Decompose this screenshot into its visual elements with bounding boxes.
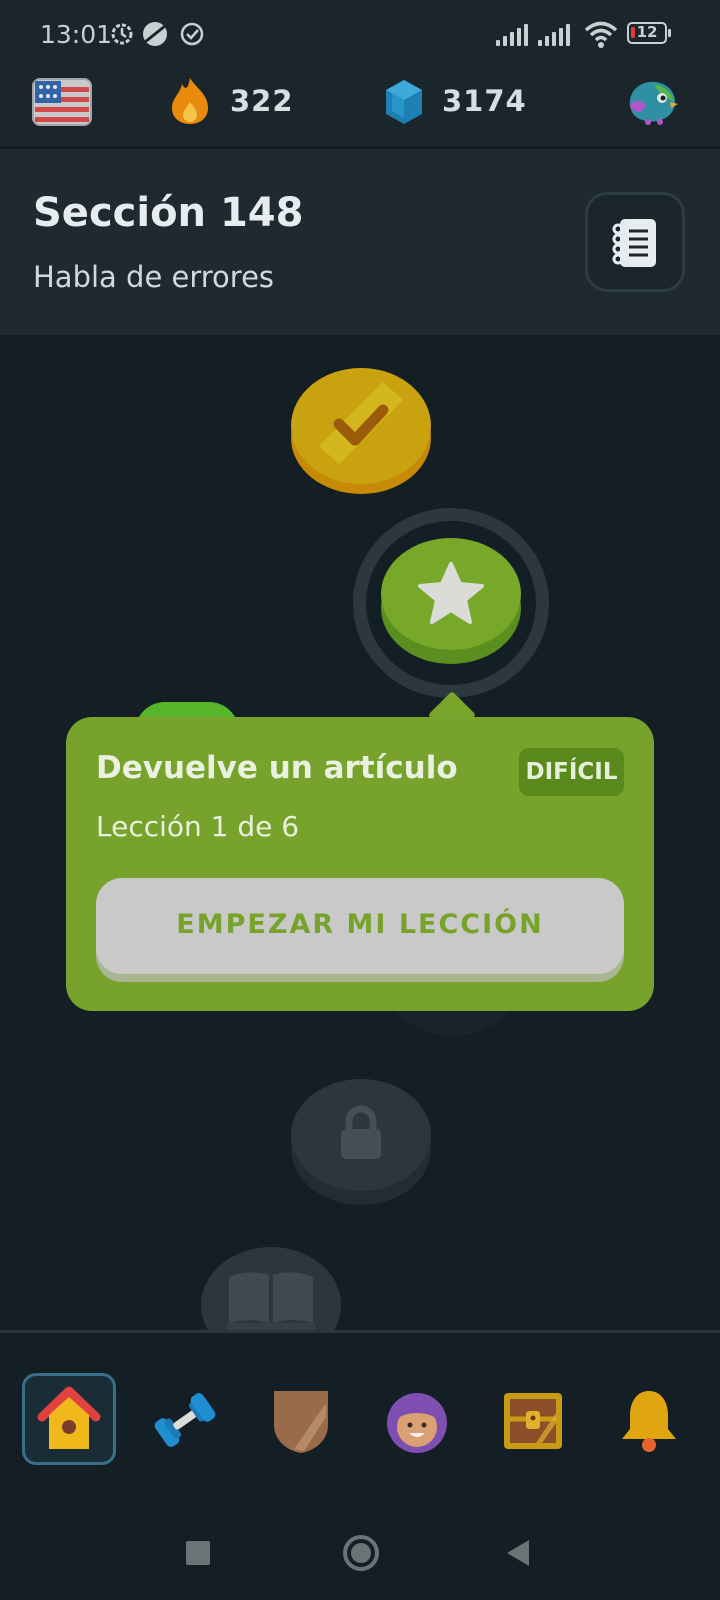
difficulty-badge: DIFÍCIL — [519, 748, 624, 796]
section-title: Sección 148 — [33, 190, 304, 236]
lesson-title: Devuelve un artículo — [96, 750, 458, 786]
path-node-completed[interactable] — [291, 366, 431, 496]
start-lesson-button[interactable]: EMPEZAR MI LECCIÓN — [96, 878, 624, 974]
section-subtitle: Habla de errores — [33, 260, 275, 294]
notebook-icon — [612, 219, 656, 267]
signal-icon — [496, 22, 530, 46]
home-button[interactable] — [342, 1534, 380, 1572]
gem-icon[interactable] — [384, 78, 424, 126]
back-button[interactable] — [505, 1538, 531, 1568]
recent-apps-button[interactable] — [186, 1541, 210, 1565]
streak-flame-icon[interactable] — [168, 76, 212, 126]
shield-icon[interactable] — [264, 1383, 338, 1457]
guidebook-button[interactable] — [585, 192, 685, 292]
path-node-locked[interactable] — [291, 1077, 431, 1207]
wifi-icon — [584, 21, 618, 48]
streak-count[interactable]: 322 — [230, 84, 294, 118]
super-duo-icon[interactable] — [624, 76, 680, 128]
dumbbell-icon[interactable] — [148, 1383, 222, 1457]
vpn-globe-icon — [143, 22, 167, 46]
birdhouse-icon[interactable] — [32, 1383, 106, 1457]
settings-gear-icon — [111, 23, 133, 45]
signal-icon-2 — [538, 22, 572, 46]
battery-level: 12 — [636, 23, 658, 41]
bell-icon[interactable] — [612, 1383, 686, 1457]
status-time: 13:01 — [40, 20, 113, 49]
us-flag-icon[interactable] — [32, 78, 92, 126]
battery-indicator: 12 — [627, 22, 671, 44]
gems-count[interactable]: 3174 — [442, 84, 527, 118]
check-circle-icon — [180, 22, 204, 46]
path-node-current[interactable] — [381, 536, 521, 666]
top-stats-bar — [0, 64, 720, 149]
treasure-chest-icon[interactable] — [496, 1383, 570, 1457]
lesson-progress: Lección 1 de 6 — [96, 810, 300, 843]
avatar-icon[interactable] — [380, 1383, 454, 1457]
